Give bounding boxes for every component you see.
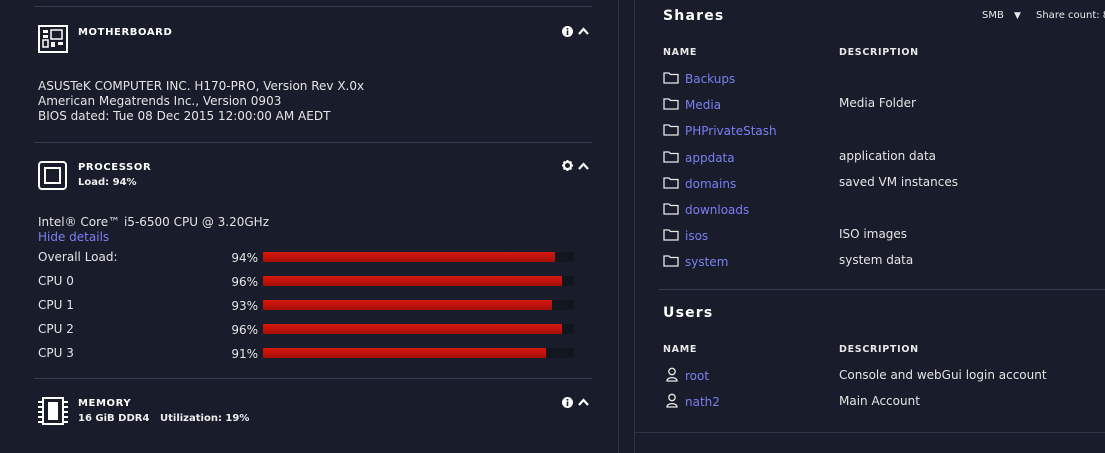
dropdown-arrow-icon: ▼ xyxy=(1014,11,1021,21)
user-name-link[interactable]: root xyxy=(685,369,709,383)
cpu-load-percent: 91% xyxy=(231,347,258,361)
processor-load: Load: 94% xyxy=(78,177,137,188)
cpu-load-label: CPU 1 xyxy=(38,298,74,312)
share-name-link[interactable]: isos xyxy=(685,229,708,243)
chevron-up-icon[interactable] xyxy=(578,398,589,406)
folder-icon xyxy=(663,124,679,137)
share-description: saved VM instances xyxy=(839,174,958,189)
info-icon[interactable] xyxy=(562,397,573,408)
share-description: ISO images xyxy=(839,227,908,242)
users-title: Users xyxy=(663,305,714,321)
cpu-load-bar-fill xyxy=(263,276,562,286)
motherboard-bios-vendor: American Megatrends Inc., Version 0903 xyxy=(38,94,282,108)
cpu-load-label: CPU 2 xyxy=(38,322,74,336)
memory-utilization: Utilization: 19% xyxy=(160,413,250,424)
share-row: isos ISO images xyxy=(663,227,1083,246)
share-name-link[interactable]: Backups xyxy=(685,72,735,86)
share-name-link[interactable]: appdata xyxy=(685,151,735,165)
share-row: appdata application data xyxy=(663,148,1083,168)
share-description: Media Folder xyxy=(839,96,916,111)
cpu-load-bar-fill xyxy=(263,324,562,334)
folder-icon xyxy=(663,177,679,189)
cpu-load-percent: 93% xyxy=(231,299,258,313)
folder-icon xyxy=(663,98,679,110)
gear-icon[interactable] xyxy=(562,160,573,171)
cpu-load-bar xyxy=(263,324,574,334)
protocol-select[interactable]: SMB ▼ xyxy=(982,10,1021,21)
cpu-load-percent: 96% xyxy=(231,275,258,289)
cpu-load-bar xyxy=(263,276,574,286)
cpu-load-percent: 94% xyxy=(231,251,258,265)
dashboard-right-column: Shares SMB ▼ Share count: 8 NAME DESCRIP… xyxy=(634,0,1105,453)
motherboard-bios-date: BIOS dated: Tue 08 Dec 2015 12:00:00 AM … xyxy=(38,109,331,123)
user-name-link[interactable]: nath2 xyxy=(685,395,720,409)
divider xyxy=(659,289,1105,290)
chevron-up-icon[interactable] xyxy=(578,27,589,35)
cpu-load-bar-fill xyxy=(263,252,556,262)
user-icon xyxy=(666,367,678,382)
user-description: Main Account xyxy=(839,394,920,408)
share-name-link[interactable]: downloads xyxy=(685,203,749,217)
memory-icon xyxy=(38,397,68,425)
divider xyxy=(34,378,592,379)
users-col-description: DESCRIPTION xyxy=(839,344,919,355)
share-count: Share count: 8 xyxy=(1036,10,1105,21)
shares-col-description: DESCRIPTION xyxy=(839,47,919,58)
user-icon xyxy=(666,393,678,408)
processor-icon xyxy=(38,161,67,190)
share-description: application data xyxy=(839,148,937,163)
cpu-load-label: Overall Load: xyxy=(38,250,118,264)
share-row: Backups xyxy=(663,71,1083,89)
users-col-name: NAME xyxy=(663,344,698,355)
share-name-link[interactable]: PHPrivateStash xyxy=(685,124,777,138)
user-description: Console and webGui login account xyxy=(839,368,1047,382)
folder-icon xyxy=(663,203,679,215)
shares-title: Shares xyxy=(663,8,725,24)
motherboard-title: MOTHERBOARD xyxy=(78,27,173,38)
protocol-select-value: SMB xyxy=(982,10,1004,21)
motherboard-icon xyxy=(38,25,68,53)
divider xyxy=(34,6,592,7)
share-name-link[interactable]: Media xyxy=(685,98,721,112)
user-row: nath2 Main Account xyxy=(663,393,1083,411)
memory-size: 16 GiB DDR4 xyxy=(78,413,150,424)
cpu-load-bar-fill xyxy=(263,348,546,358)
cpu-load-bar xyxy=(263,348,574,358)
cpu-model: Intel® Core™ i5-6500 CPU @ 3.20GHz xyxy=(38,215,269,229)
memory-title: MEMORY xyxy=(78,398,132,409)
folder-icon xyxy=(663,72,679,84)
folder-icon xyxy=(663,150,679,163)
share-row: domains saved VM instances xyxy=(663,174,1083,194)
cpu-load-label: CPU 0 xyxy=(38,274,74,288)
cpu-load-bar xyxy=(263,300,574,310)
share-row: PHPrivateStash xyxy=(663,123,1083,141)
cpu-load-label: CPU 3 xyxy=(38,346,74,360)
share-name-link[interactable]: domains xyxy=(685,177,736,191)
share-description: system data xyxy=(839,253,914,268)
cpu-load-percent: 96% xyxy=(231,323,258,337)
motherboard-model: ASUSTeK COMPUTER INC. H170-PRO, Version … xyxy=(38,79,365,93)
folder-icon xyxy=(663,229,679,241)
processor-title: PROCESSOR xyxy=(78,162,152,173)
share-row: system system data xyxy=(663,253,1083,272)
share-row: downloads xyxy=(663,202,1083,220)
divider xyxy=(34,142,592,143)
share-row: Media Media Folder xyxy=(663,96,1083,115)
cpu-load-bar-fill xyxy=(263,300,553,310)
shares-col-name: NAME xyxy=(663,47,698,58)
share-name-link[interactable]: system xyxy=(685,255,728,269)
hide-details-link[interactable]: Hide details xyxy=(38,230,109,244)
cpu-load-bar xyxy=(263,252,574,262)
folder-icon xyxy=(663,255,679,268)
chevron-up-icon[interactable] xyxy=(578,162,589,170)
next-panel xyxy=(635,433,1105,453)
user-row: root Console and webGui login account xyxy=(663,367,1083,385)
dashboard-left-column: MOTHERBOARD ASUSTeK COMPUTER INC. H170-P… xyxy=(0,0,619,453)
info-icon[interactable] xyxy=(562,26,573,37)
